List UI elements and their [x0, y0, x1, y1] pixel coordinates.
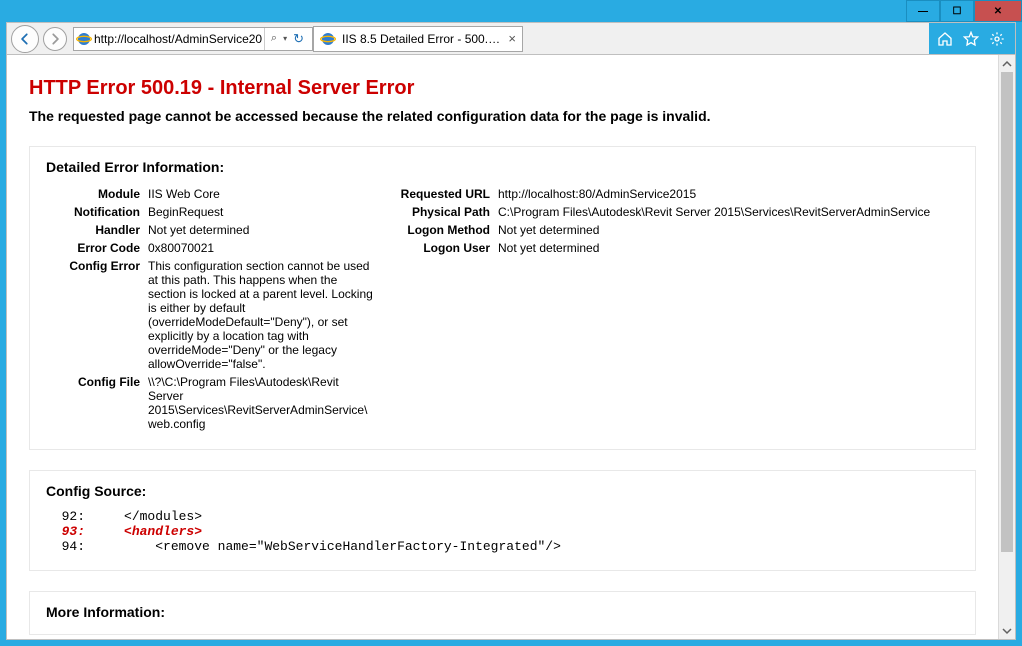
- close-button[interactable]: ✕: [974, 0, 1022, 22]
- chevron-down-icon: [1002, 626, 1012, 636]
- vertical-scrollbar[interactable]: [998, 55, 1015, 639]
- content-viewport: HTTP Error 500.19 - Internal Server Erro…: [6, 54, 1016, 640]
- favorites-icon[interactable]: [963, 31, 979, 47]
- table-row: ModuleIIS Web Core: [46, 185, 376, 203]
- url-input[interactable]: [92, 31, 264, 47]
- table-row: Logon UserNot yet determined: [396, 239, 959, 257]
- address-tools: ⌕ ▾ ↻: [264, 28, 310, 50]
- refresh-icon[interactable]: ↻: [293, 31, 304, 47]
- page-subtitle: The requested page cannot be accessed be…: [29, 108, 976, 124]
- forward-button[interactable]: [43, 27, 67, 51]
- browser-window: — ☐ ✕ ⌕ ▾ ↻ IIS 8.5 Detailed Error - 500…: [0, 0, 1022, 646]
- home-icon[interactable]: [937, 31, 953, 47]
- table-row: Config File\\?\C:\Program Files\Autodesk…: [46, 373, 376, 433]
- back-button[interactable]: [11, 25, 39, 53]
- config-source-box: Config Source: 92: </modules> 93: <handl…: [29, 470, 976, 571]
- search-icon[interactable]: ⌕: [271, 32, 277, 45]
- gear-icon[interactable]: [989, 31, 1005, 47]
- error-details-right: Requested URLhttp://localhost:80/AdminSe…: [396, 185, 959, 257]
- tab-close-button[interactable]: ×: [508, 31, 516, 46]
- tab-title: IIS 8.5 Detailed Error - 500.1...: [342, 32, 502, 46]
- browser-toolbar: ⌕ ▾ ↻ IIS 8.5 Detailed Error - 500.1... …: [6, 22, 1016, 54]
- table-row: NotificationBeginRequest: [46, 203, 376, 221]
- window-titlebar: — ☐ ✕: [0, 0, 1022, 22]
- maximize-button[interactable]: ☐: [940, 0, 974, 22]
- scroll-down-button[interactable]: [999, 622, 1015, 639]
- error-page: HTTP Error 500.19 - Internal Server Erro…: [7, 55, 998, 639]
- more-info-header: More Information:: [46, 604, 959, 620]
- scroll-track[interactable]: [999, 72, 1015, 622]
- scroll-thumb[interactable]: [1001, 72, 1013, 552]
- chevron-up-icon: [1002, 59, 1012, 69]
- config-source-code: 92: </modules> 93: <handlers> 94: <remov…: [46, 509, 959, 554]
- page-title: HTTP Error 500.19 - Internal Server Erro…: [29, 77, 976, 100]
- toolbar-right: [929, 23, 1015, 55]
- dropdown-icon[interactable]: ▾: [283, 34, 287, 43]
- arrow-left-icon: [18, 32, 32, 46]
- table-row: Logon MethodNot yet determined: [396, 221, 959, 239]
- config-source-header: Config Source:: [46, 483, 959, 499]
- minimize-button[interactable]: —: [906, 0, 940, 22]
- table-row: Physical PathC:\Program Files\Autodesk\R…: [396, 203, 959, 221]
- arrow-right-icon: [48, 32, 62, 46]
- error-details-left: ModuleIIS Web Core NotificationBeginRequ…: [46, 185, 376, 433]
- browser-tab[interactable]: IIS 8.5 Detailed Error - 500.1... ×: [313, 26, 523, 52]
- table-row: Requested URLhttp://localhost:80/AdminSe…: [396, 185, 959, 203]
- ie-icon: [76, 31, 92, 47]
- table-row: HandlerNot yet determined: [46, 221, 376, 239]
- table-row: Error Code0x80070021: [46, 239, 376, 257]
- scroll-up-button[interactable]: [999, 55, 1015, 72]
- table-row: Config ErrorThis configuration section c…: [46, 257, 376, 373]
- ie-icon: [320, 31, 336, 47]
- detailed-error-header: Detailed Error Information:: [46, 159, 959, 175]
- detailed-error-box: Detailed Error Information: ModuleIIS We…: [29, 146, 976, 450]
- address-bar[interactable]: ⌕ ▾ ↻: [73, 27, 313, 51]
- more-info-box: More Information:: [29, 591, 976, 635]
